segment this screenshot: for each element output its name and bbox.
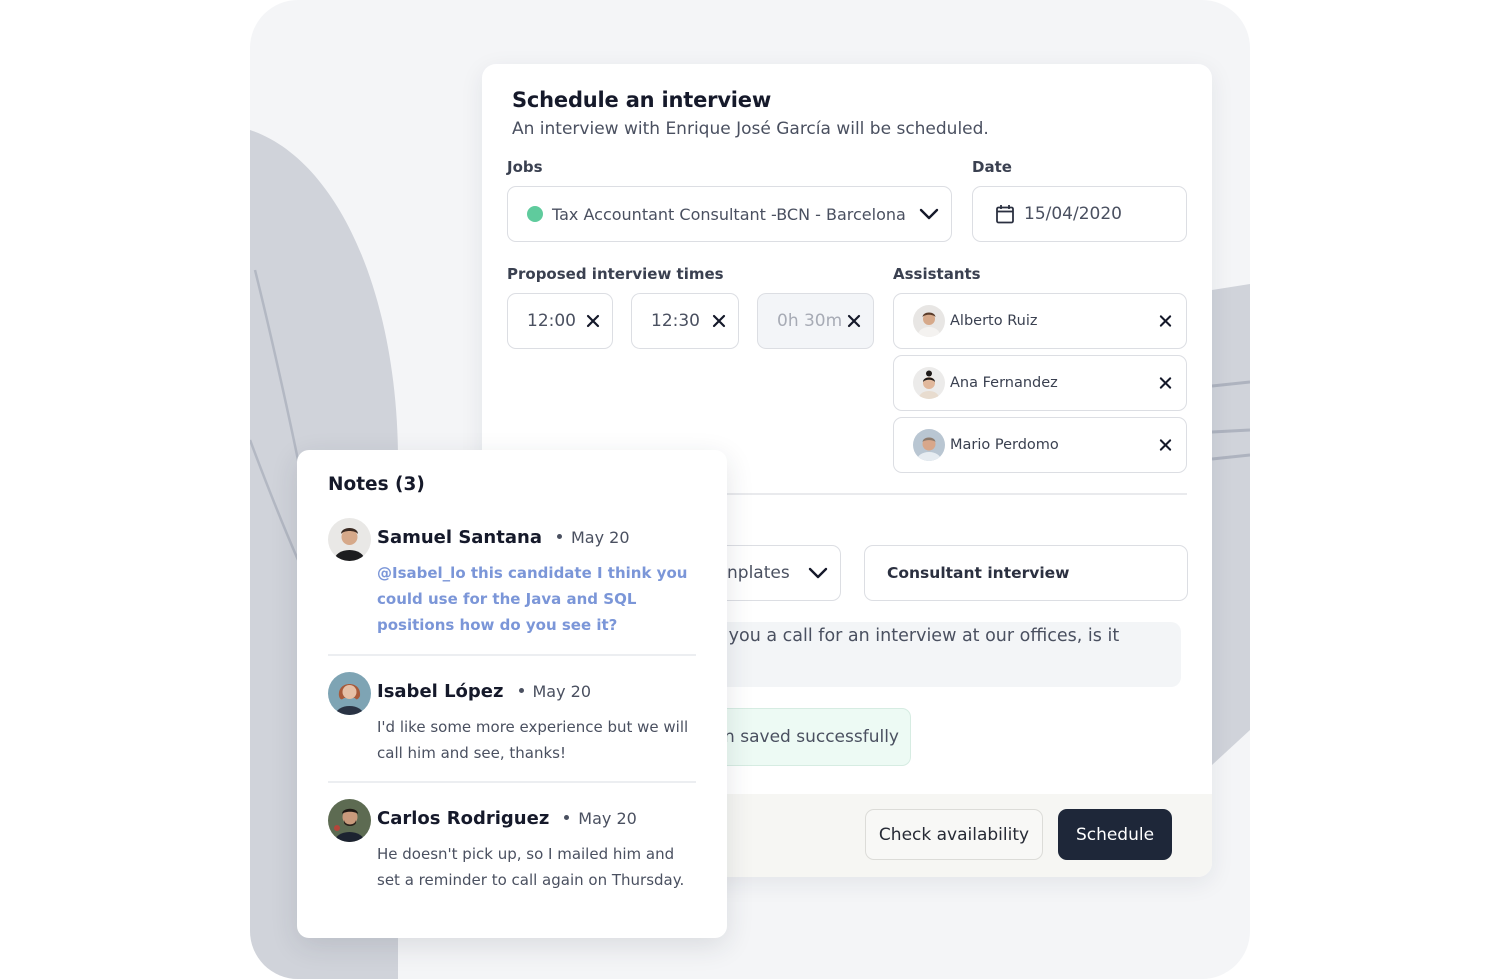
start-time-value: 12:00: [527, 311, 576, 331]
close-icon[interactable]: [1159, 377, 1172, 390]
job-status-dot: [527, 206, 543, 222]
duration-chip[interactable]: 0h 30m: [757, 293, 874, 349]
subject-value: Consultant interview: [887, 564, 1070, 582]
note-divider: [328, 781, 696, 783]
close-icon[interactable]: [1159, 439, 1172, 452]
close-icon[interactable]: [1159, 315, 1172, 328]
leaf-vein: [1211, 428, 1250, 434]
right-leaf-shape: [1212, 284, 1250, 765]
times-label: Proposed interview times: [507, 265, 724, 283]
note-body: He doesn't pick up, so I mailed him and …: [377, 845, 685, 889]
note-author: Isabel López May 20: [377, 681, 591, 702]
assistants-label: Assistants: [893, 265, 981, 283]
note-author: Carlos Rodriguez May 20: [377, 808, 637, 829]
duration-value: 0h 30m: [777, 311, 843, 331]
jobs-select[interactable]: Tax Accountant Consultant -BCN - Barcelo…: [507, 186, 952, 242]
calendar-icon: [996, 205, 1014, 224]
avatar: [328, 799, 371, 842]
date-label: Date: [972, 158, 1012, 176]
close-icon[interactable]: [586, 314, 600, 328]
subject-input[interactable]: Consultant interview: [864, 545, 1188, 601]
close-icon[interactable]: [712, 314, 726, 328]
separator-dot: [556, 533, 562, 539]
check-availability-button[interactable]: Check availability: [865, 809, 1043, 860]
end-time-value: 12:30: [651, 311, 700, 331]
note-author-name: Carlos Rodriguez: [377, 808, 550, 829]
note-divider: [328, 654, 696, 656]
jobs-label: Jobs: [507, 158, 543, 176]
end-time-chip[interactable]: 12:30: [631, 293, 739, 349]
toast-text: een saved successfully: [703, 727, 899, 747]
date-input[interactable]: 15/04/2020: [972, 186, 1187, 242]
chevron-down-icon: [808, 567, 828, 579]
note-author: Samuel Santana May 20: [377, 527, 630, 548]
note-date: May 20: [578, 809, 637, 828]
assistant-name: Alberto Ruiz: [950, 313, 1038, 329]
message-value: g you a call for an interview at our off…: [712, 626, 1120, 646]
separator-dot: [518, 687, 524, 693]
templates-select-value: nplates: [727, 563, 790, 583]
notes-title: Notes (3): [328, 474, 425, 495]
schedule-button[interactable]: Schedule: [1058, 809, 1172, 860]
assistant-chip: Ana Fernandez: [893, 355, 1187, 411]
modal-title: Schedule an interview: [512, 88, 772, 112]
assistant-name: Ana Fernandez: [950, 375, 1058, 391]
separator-dot: [564, 814, 570, 820]
chevron-down-icon: [919, 208, 939, 220]
avatar: [913, 305, 945, 337]
note-author-name: Samuel Santana: [377, 527, 542, 548]
avatar: [913, 429, 945, 461]
note-author-name: Isabel López: [377, 681, 504, 702]
date-value: 15/04/2020: [1024, 204, 1122, 224]
assistant-chip: Alberto Ruiz: [893, 293, 1187, 349]
note-date: May 20: [532, 682, 592, 701]
close-icon[interactable]: [847, 314, 861, 328]
avatar: [328, 672, 371, 715]
jobs-select-value: Tax Accountant Consultant -BCN - Barcelo…: [552, 204, 906, 224]
avatar: [913, 367, 945, 399]
note-date: May 20: [570, 528, 630, 547]
note-body: @Isabel_lo this candidate I think you co…: [377, 564, 688, 634]
avatar: [328, 518, 371, 561]
assistant-chip: Mario Perdomo: [893, 417, 1187, 473]
note-body: I'd like some more experience but we wil…: [377, 718, 689, 762]
start-time-chip[interactable]: 12:00: [507, 293, 613, 349]
modal-subtitle: An interview with Enrique José García wi…: [512, 119, 989, 139]
notes-panel: Notes (3) Samuel Santana May 20 @Isabel_l…: [297, 450, 727, 938]
assistant-name: Mario Perdomo: [950, 437, 1059, 453]
